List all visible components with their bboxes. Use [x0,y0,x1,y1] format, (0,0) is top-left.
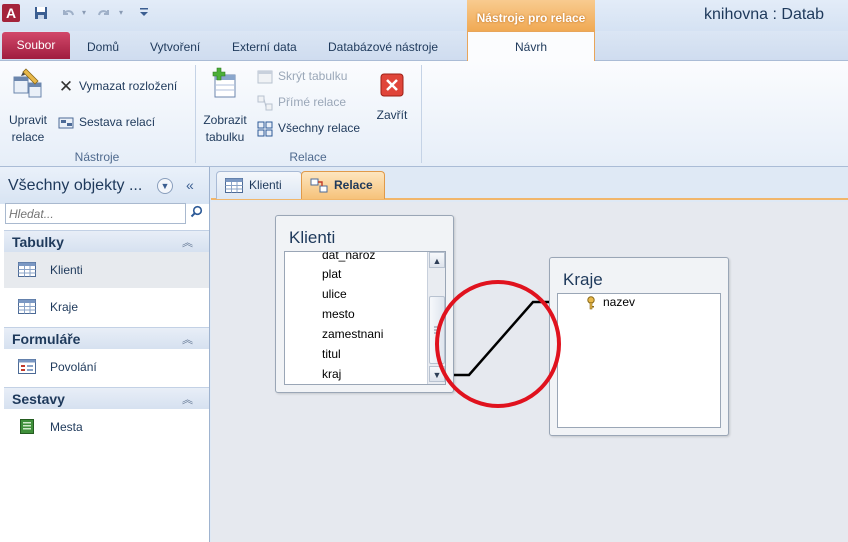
access-app-icon[interactable]: A [2,4,20,22]
nav-item-klienti[interactable]: Klienti [4,252,209,288]
window-title: knihovna : Datab [704,6,825,23]
report-icon [58,117,74,129]
relationship-icon [310,178,328,193]
direct-relationships-button[interactable]: Přímé relace [257,92,346,112]
table-icon [18,262,36,277]
show-table-button[interactable]: Zobrazit tabulku [198,67,252,146]
nav-item-kraje[interactable]: Kraje [4,289,209,325]
collapse-pane-icon[interactable]: « [186,177,194,193]
show-table-icon [212,67,236,98]
search-input[interactable] [5,203,186,224]
highlight-circle [435,280,561,408]
redo-icon[interactable] [96,5,112,21]
ribbon: Upravit relace ✕ Vymazat rozložení Sestav… [0,61,848,167]
relationships-canvas[interactable]: Klienti dat_naroz plat ulice mesto zames… [211,202,848,542]
collapse-group-icon[interactable]: ︽ [182,391,193,407]
nav-group-forms[interactable]: Formuláře ︽ [4,327,209,349]
group-label-relationships: Relace [289,150,327,164]
nav-group-reports[interactable]: Sestavy ︽ [4,387,209,409]
hide-table-label: Skrýt tabulku [278,69,348,83]
group-separator [421,65,422,163]
clear-layout-button[interactable]: ✕ Vymazat rozložení [58,76,177,96]
close-x-icon: ✕ [58,76,74,96]
search-icon[interactable] [187,204,205,223]
nav-group-label: Tabulky [12,234,64,250]
edit-relationships-button[interactable]: Upravit relace [4,67,52,146]
doc-tab-relace[interactable]: Relace [301,171,385,199]
chevron-down-icon[interactable]: ▼ [157,178,173,194]
show-table-label-2: tabulku [205,130,245,144]
nav-group-tables[interactable]: Tabulky ︽ [4,230,209,252]
undo-dropdown-icon[interactable]: ▾ [76,5,92,21]
group-label-tools: Nástroje [74,150,120,164]
tab-external-data[interactable]: Externí data [232,38,297,60]
edit-relationships-icon [13,68,42,98]
direct-relationships-label: Přímé relace [278,95,347,109]
close-label: Zavřít [376,108,408,122]
all-relationships-icon [257,121,273,137]
close-button[interactable]: Zavřít [371,73,413,124]
nav-item-label: Kraje [50,300,79,314]
doc-tab-label: Relace [334,178,373,192]
relationship-report-label: Sestava relací [79,115,156,129]
undo-icon[interactable] [60,5,76,21]
tab-create[interactable]: Vytvoření [150,38,200,60]
nav-header: Všechny objekty ... ▼ « [0,167,209,204]
context-tab-header: Nástroje pro relace [467,0,595,32]
doc-tab-label: Klienti [249,178,282,192]
nav-item-label: Mesta [50,420,83,434]
all-relationships-label: Všechny relace [278,121,361,135]
redo-dropdown-icon[interactable]: ▾ [113,5,129,21]
tab-file[interactable]: Soubor [2,32,70,59]
nav-item-label: Klienti [50,263,83,277]
nav-item-label: Povolání [50,360,97,374]
tab-design[interactable]: Návrh [467,31,595,62]
document-tabs: Klienti Relace [211,167,848,200]
group-separator [195,65,196,163]
nav-title[interactable]: Všechny objekty ... [8,177,142,195]
show-table-label-1: Zobrazit [203,113,247,127]
edit-relationships-label-2: relace [11,130,45,144]
all-relationships-button[interactable]: Všechny relace [257,118,360,138]
navigation-pane: Všechny objekty ... ▼ « Tabulky ︽ Klient… [0,167,210,542]
edit-relationships-label-1: Upravit [8,113,47,127]
relationship-overlay [435,280,561,408]
nav-group-label: Sestavy [12,391,65,407]
collapse-group-icon[interactable]: ︽ [182,234,193,250]
customize-qat-icon[interactable] [136,5,152,21]
nav-item-povolani[interactable]: Povolání [4,349,209,385]
hide-table-icon [257,70,273,84]
tab-database-tools[interactable]: Databázové nástroje [328,38,438,60]
direct-relationships-icon [257,95,273,111]
nav-group-label: Formuláře [12,331,81,347]
relationship-report-button[interactable]: Sestava relací [58,112,155,132]
form-icon [18,359,36,374]
clear-layout-label: Vymazat rozložení [79,79,178,93]
nav-item-mesta[interactable]: Mesta [4,409,209,445]
doc-tab-klienti[interactable]: Klienti [216,171,302,199]
ribbon-tabs: Soubor Domů Vytvoření Externí data Datab… [0,31,848,62]
relationship-line[interactable] [454,300,549,377]
report-icon [20,419,34,434]
table-icon [225,178,243,193]
collapse-group-icon[interactable]: ︽ [182,331,193,347]
table-icon [18,299,36,314]
close-icon [380,73,404,97]
tab-home[interactable]: Domů [87,38,119,60]
hide-table-button[interactable]: Skrýt tabulku [257,66,347,86]
save-icon[interactable] [33,5,49,21]
title-bar: A ▾ ▾ Nástroje pro relace knihovna : Dat… [0,0,848,32]
